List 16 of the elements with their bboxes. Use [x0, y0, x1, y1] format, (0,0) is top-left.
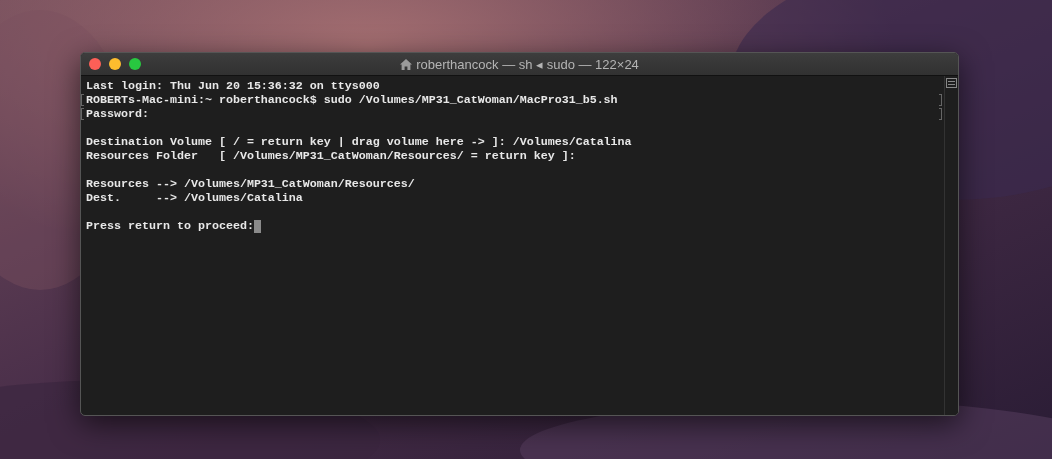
terminal-line: Resources --> /Volumes/MP31_CatWoman/Resources/	[86, 177, 415, 191]
minimize-button[interactable]	[109, 58, 121, 70]
terminal-line: Destination Volume [ / = return key | drag volume here -> ]: /Volumes/Catalina	[86, 135, 632, 149]
terminal-line: Resources Folder [ /Volumes/MP31_CatWoman/Resources/ = return key ]:	[86, 149, 576, 163]
terminal-line: Dest. --> /Volumes/Catalina	[86, 191, 303, 205]
terminal-line: Last login: Thu Jun 20 15:36:32 on ttys000	[86, 79, 380, 93]
terminal-line: Password:	[86, 107, 149, 121]
zoom-button[interactable]	[129, 58, 141, 70]
window-title: roberthancock — sh ◂ sudo — 122×24	[416, 56, 639, 72]
mark-bracket-icon	[939, 108, 942, 120]
close-button[interactable]	[89, 58, 101, 70]
split-view-icon[interactable]	[946, 78, 957, 88]
terminal-line: Press return to proceed:	[86, 219, 254, 233]
mark-bracket-icon	[939, 94, 942, 106]
terminal-line: ROBERTs-Mac-mini:~ roberthancock$ sudo /Volumes/MP31_CatWoman/MacPro31_b5.sh	[86, 93, 618, 107]
home-icon	[400, 58, 413, 70]
